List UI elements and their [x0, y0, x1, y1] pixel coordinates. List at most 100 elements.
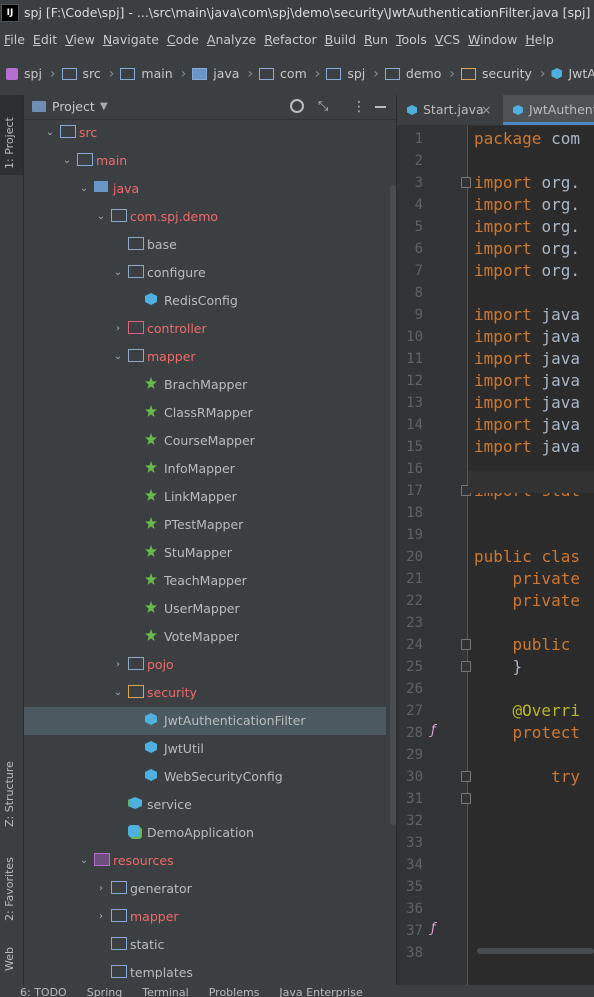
breadcrumb-item-spj[interactable]: spj	[6, 53, 42, 95]
chevron-down-icon[interactable]: ⌄	[61, 147, 73, 175]
tree-item-src[interactable]: ⌄ src	[24, 119, 386, 147]
menu-file[interactable]: File	[0, 26, 29, 53]
tree-item-linkmapper[interactable]: LinkMapper	[24, 483, 386, 511]
code-token: public	[474, 547, 542, 566]
menu-refactor[interactable]: Refactor	[260, 26, 320, 53]
line-number: 35	[406, 879, 423, 895]
chevron-down-icon[interactable]: ⌄	[112, 259, 124, 287]
breadcrumb-item-demo[interactable]: demo	[384, 53, 441, 95]
tree-item-classrmapper[interactable]: ClassRMapper	[24, 399, 386, 427]
chevron-right-icon[interactable]: ›	[95, 875, 107, 903]
tree-item-com-spj-demo[interactable]: ⌄ com.spj.demo	[24, 203, 386, 231]
tree-item-main[interactable]: ⌄ main	[24, 147, 386, 175]
chevron-down-icon[interactable]: ⌄	[44, 119, 56, 147]
tree-item-brachmapper[interactable]: BrachMapper	[24, 371, 386, 399]
bottom-tab-6-todo[interactable]: 6: TODO	[20, 985, 67, 997]
tree-item-ptestmapper[interactable]: PTestMapper	[24, 511, 386, 539]
tree-item-pojo[interactable]: › pojo	[24, 651, 386, 679]
chevron-right-icon[interactable]: ›	[95, 903, 107, 931]
menu-help[interactable]: Help	[521, 26, 558, 53]
chevron-down-icon[interactable]: ⌄	[78, 847, 90, 875]
menu-edit[interactable]: Edit	[29, 26, 61, 53]
bottom-tab-spring[interactable]: Spring	[87, 985, 123, 997]
tree-item-base[interactable]: base	[24, 231, 386, 259]
breadcrumb-item-com[interactable]: com	[259, 53, 307, 95]
tree-item-infomapper[interactable]: InfoMapper	[24, 455, 386, 483]
project-view-selector[interactable]: Project	[52, 95, 95, 119]
chevron-right-icon[interactable]: ›	[112, 651, 124, 679]
bottom-tab-problems[interactable]: Problems	[209, 985, 260, 997]
class-icon	[551, 68, 563, 79]
web-tool-tab[interactable]: Web	[0, 927, 23, 977]
breadcrumb-item-spj[interactable]: spj	[326, 53, 365, 95]
tree-item-generator[interactable]: › generator	[24, 875, 386, 903]
chevron-down-icon[interactable]: ⌄	[78, 175, 90, 203]
tree-item-security[interactable]: ⌄ security	[24, 679, 386, 707]
menu-build[interactable]: Build	[321, 26, 360, 53]
tree-item-websecurityconfig[interactable]: WebSecurityConfig	[24, 763, 386, 791]
tree-item-demoapplication[interactable]: DemoApplication	[24, 819, 386, 847]
tree-item-stumapper[interactable]: StuMapper	[24, 539, 386, 567]
code-line: import java	[474, 392, 580, 414]
editor-tab-jwt-filter[interactable]: JwtAuthenticationFilter.java	[503, 95, 594, 125]
structure-tool-tab[interactable]: Z: Structure	[0, 735, 23, 835]
close-icon[interactable]: ×	[481, 95, 491, 125]
locate-target-icon[interactable]	[290, 99, 304, 113]
bottom-tab-java-enterprise[interactable]: Java Enterprise	[279, 985, 362, 997]
tree-item-controller[interactable]: › controller	[24, 315, 386, 343]
breadcrumb-item-security[interactable]: security	[460, 53, 532, 95]
chevron-down-icon[interactable]: ⌄	[112, 343, 124, 371]
menu-window[interactable]: Window	[464, 26, 521, 53]
tree-item-mapper[interactable]: › mapper	[24, 903, 386, 931]
tree-item-redisconfig[interactable]: RedisConfig	[24, 287, 386, 315]
menu-vcs[interactable]: VCS	[431, 26, 464, 53]
tree-item-votemapper[interactable]: VoteMapper	[24, 623, 386, 651]
tree-item-mapper[interactable]: ⌄ mapper	[24, 343, 386, 371]
method-marker-icon[interactable]: ƒ	[431, 921, 436, 936]
package-lock-icon	[460, 67, 476, 80]
bottom-tab-terminal[interactable]: Terminal	[142, 985, 189, 997]
menu-tools[interactable]: Tools	[392, 26, 431, 53]
menu-navigate[interactable]: Navigate	[99, 26, 163, 53]
hide-panel-icon[interactable]	[375, 106, 386, 108]
breadcrumb-item-java[interactable]: java	[192, 53, 239, 95]
tree-item-java[interactable]: ⌄ java	[24, 175, 386, 203]
tree-item-static[interactable]: static	[24, 931, 386, 959]
code-token: import	[474, 415, 542, 434]
java-class-icon	[513, 105, 523, 115]
tree-item-service[interactable]: service	[24, 791, 386, 819]
project-tool-tab[interactable]: 1: Project	[0, 95, 23, 175]
line-number: 27	[406, 703, 423, 719]
editor-horizontal-scrollbar[interactable]	[477, 948, 594, 954]
tree-item-coursemapper[interactable]: CourseMapper	[24, 427, 386, 455]
more-options-icon[interactable]: ⋮	[352, 95, 366, 119]
chevron-down-icon[interactable]: ⌄	[112, 679, 124, 707]
code-area[interactable]: package com import org. import org. import …	[468, 126, 594, 997]
chevron-down-icon[interactable]: ⌄	[95, 203, 107, 231]
menu-run[interactable]: Run	[360, 26, 392, 53]
tree-scrollbar[interactable]	[390, 185, 396, 825]
editor-tab-start[interactable]: Start.java ×	[397, 95, 503, 125]
code-token: java	[541, 349, 580, 368]
tree-item-teachmapper[interactable]: TeachMapper	[24, 567, 386, 595]
favorites-tool-tab[interactable]: 2: Favorites	[0, 835, 23, 925]
tree-item-resources[interactable]: ⌄ resources	[24, 847, 386, 875]
tree-item-jwtauthenticationfilter[interactable]: JwtAuthenticationFilter	[24, 707, 386, 735]
tree-item-configure[interactable]: ⌄ configure	[24, 259, 386, 287]
breadcrumb-item-main[interactable]: main	[120, 53, 173, 95]
menu-code[interactable]: Code	[163, 26, 203, 53]
tree-item-jwtutil[interactable]: JwtUtil	[24, 735, 386, 763]
breadcrumb-item-jwtauthenticationfilter[interactable]: JwtAuthenticationFilter	[551, 53, 594, 95]
menu-view[interactable]: View	[61, 26, 99, 53]
chevron-right-icon[interactable]: ›	[112, 315, 124, 343]
tree-item-usermapper[interactable]: UserMapper	[24, 595, 386, 623]
tree-item-templates[interactable]: templates	[24, 959, 386, 979]
folder-icon	[111, 965, 127, 978]
breadcrumb-item-src[interactable]: src	[61, 53, 101, 95]
tree-item-label: generator	[130, 881, 192, 896]
override-method-icon[interactable]: ƒ	[431, 723, 436, 738]
chevron-down-icon[interactable]: ▼	[100, 95, 108, 119]
collapse-all-icon[interactable]: ⤡	[318, 95, 328, 119]
breadcrumb-label: security	[481, 66, 532, 81]
menu-analyze[interactable]: Analyze	[203, 26, 260, 53]
